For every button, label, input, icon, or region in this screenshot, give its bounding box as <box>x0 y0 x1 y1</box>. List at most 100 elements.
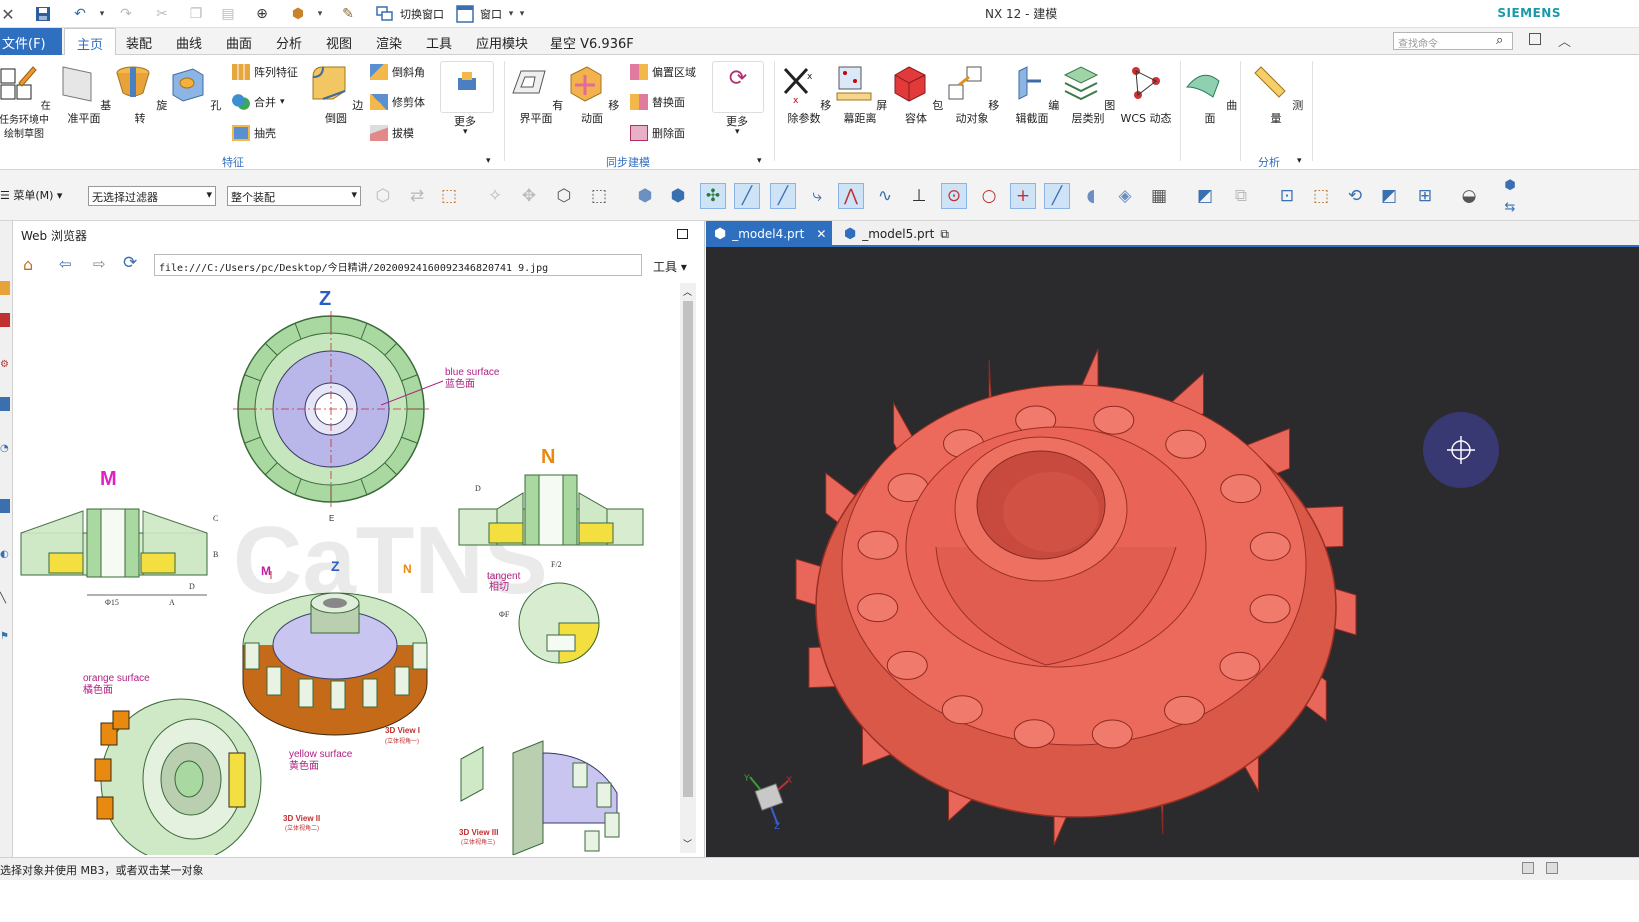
point-on-curve-icon[interactable]: ╱ <box>1044 183 1070 209</box>
move-object-button[interactable]: 移动对象 <box>944 63 1000 125</box>
paste-icon[interactable]: ▤ <box>216 3 240 25</box>
tab-application[interactable]: 应用模块 <box>476 33 528 52</box>
fit-view-icon[interactable]: ⊡ <box>1274 183 1300 209</box>
rotate-view-icon[interactable]: ⟲ <box>1342 183 1368 209</box>
group-analysis-dropdown-icon[interactable]: ▾ <box>1297 156 1302 166</box>
tab-assembly[interactable]: 装配 <box>126 33 152 52</box>
orient-cube-icon[interactable]: ⬢ <box>1500 176 1520 194</box>
offset-region-button[interactable]: 偏置区域 <box>630 62 696 82</box>
snap-view-icon[interactable]: ⇆ <box>1500 198 1520 216</box>
sketch-button[interactable]: 在任务环境中绘制草图 <box>0 63 52 141</box>
display-mode-icon[interactable]: ⊞ <box>1412 183 1438 209</box>
maximize-panel-icon[interactable] <box>677 229 688 239</box>
select-body-icon[interactable]: ⇄ <box>404 183 430 209</box>
revolve-button[interactable]: 旋转 <box>112 63 168 125</box>
tab-render[interactable]: 渲染 <box>376 33 402 52</box>
point-on-face-icon[interactable]: ◖ <box>1078 183 1104 209</box>
select-feature-icon[interactable]: ⬡ <box>370 183 396 209</box>
web-tools-menu[interactable]: 工具 ▾ <box>653 258 687 275</box>
command-search-input[interactable]: 查找命令 <box>1393 32 1513 50</box>
general-point-icon[interactable]: ✧ <box>482 183 508 209</box>
arc-center-icon[interactable]: ⊙ <box>941 183 967 209</box>
intersection-point-icon[interactable]: ⋀ <box>838 183 864 209</box>
selection-scope-select[interactable]: 整个装配 <box>227 186 361 206</box>
undo-icon[interactable]: ↶ <box>68 3 92 25</box>
system-materials-icon[interactable]: ◐ <box>0 549 10 563</box>
menu-button[interactable]: ☰ 菜单(M) ▾ <box>0 187 62 203</box>
shaded-edge-icon[interactable]: ◒ <box>1456 183 1482 209</box>
tab-tools[interactable]: 工具 <box>426 33 452 52</box>
group-sync-dropdown-icon[interactable]: ▾ <box>757 156 762 166</box>
group-feature-dropdown-icon[interactable]: ▾ <box>486 156 491 166</box>
tab-curve[interactable]: 曲线 <box>176 33 202 52</box>
datum-plane-button[interactable]: 基准平面 <box>56 63 112 125</box>
repeat-command-icon[interactable]: ⊕ <box>250 3 274 25</box>
tab-analysis[interactable]: 分析 <box>276 33 302 52</box>
back-icon[interactable]: ⇦ <box>59 255 72 273</box>
history-icon[interactable] <box>0 499 10 513</box>
view-triad-icon[interactable]: ⧉ <box>1228 183 1254 209</box>
scroll-down-icon[interactable]: ﹀ <box>683 837 692 850</box>
window-icon[interactable] <box>454 3 476 25</box>
redo-icon[interactable]: ↷ <box>114 3 138 25</box>
unite-button[interactable]: 合并 ▾ <box>232 92 285 112</box>
control-point-icon[interactable]: ⤷ <box>804 183 830 209</box>
switch-window-label[interactable]: 切换窗口 <box>400 3 444 25</box>
window-menu-label[interactable]: 窗口 <box>480 3 502 25</box>
chamfer-button[interactable]: 倒斜角 <box>370 62 425 82</box>
reuse-library-icon[interactable] <box>0 397 10 411</box>
screen-distance-button[interactable]: 屏幕距离 <box>832 63 888 125</box>
snap-enable-icon[interactable]: ✣ <box>700 183 726 209</box>
cube-tools-icon[interactable]: ⬢ <box>286 3 310 25</box>
roles-icon[interactable]: ⚑ <box>0 631 10 645</box>
more-sync-button[interactable]: ⟳ <box>712 61 764 113</box>
surface-button[interactable]: 曲面 <box>1182 63 1238 125</box>
pattern-feature-button[interactable]: 阵列特征 <box>232 62 298 82</box>
remove-params-button[interactable]: xx 移除参数 <box>776 63 832 125</box>
select-all-icon[interactable]: ⬡ <box>551 183 577 209</box>
process-studio-icon[interactable]: ╲ <box>0 593 10 607</box>
measure-button[interactable]: 测量 <box>1248 63 1304 125</box>
tab-view[interactable]: 视图 <box>326 33 352 52</box>
edge-blend-button[interactable]: 边倒圆 <box>308 63 364 125</box>
solid-body-icon[interactable]: ⬢ <box>632 183 658 209</box>
url-input[interactable]: file:///C:/Users/pc/Desktop/今日精讲/2020092… <box>154 254 642 276</box>
wrap-body-button[interactable]: 包容体 <box>888 63 944 125</box>
quadrant-point-icon[interactable]: ⊥ <box>906 183 932 209</box>
switch-window-icon[interactable] <box>374 3 396 25</box>
wcs-dynamic-button[interactable]: WCS 动态 <box>1118 63 1174 125</box>
copy-icon[interactable]: ❐ <box>184 3 208 25</box>
scroll-thumb[interactable] <box>683 301 693 797</box>
file-menu-tab[interactable]: 文件(F) <box>0 28 62 55</box>
more-sync-dropdown-icon[interactable]: ▾ <box>735 127 740 137</box>
tab-model4[interactable]: ⬢ _model4.prt ✕ <box>706 221 832 247</box>
tab-model5[interactable]: ⬢ _model5.prt ⧉ <box>836 221 957 247</box>
cut-icon[interactable]: ✂ <box>150 3 174 25</box>
constraint-navigator-icon[interactable] <box>0 313 10 327</box>
web-scrollbar[interactable]: ︿ ﹀ <box>680 283 696 853</box>
grid-point-icon[interactable]: ▦ <box>1146 183 1172 209</box>
zoom-view-icon[interactable]: ⬚ <box>1308 183 1334 209</box>
assembly-navigator-icon[interactable] <box>0 281 10 295</box>
close-tab-icon[interactable]: ✕ <box>816 227 826 241</box>
existing-point-icon[interactable]: + <box>1010 183 1036 209</box>
rect-select-icon[interactable]: ⬚ <box>586 183 612 209</box>
edit-section-button[interactable]: 编辑截面 <box>1004 63 1060 125</box>
bounded-plane-button[interactable]: 有界平面 <box>508 63 564 125</box>
layer-category-button[interactable]: 图层类别 <box>1060 63 1116 125</box>
save-icon[interactable] <box>32 3 54 25</box>
draft-button[interactable]: 拔模 <box>370 123 414 143</box>
move-face-button[interactable]: 移动面 <box>564 63 620 125</box>
collapse-ribbon-icon[interactable]: ︿ <box>1558 31 1571 50</box>
part-navigator-icon[interactable]: ⚙ <box>0 359 10 373</box>
restore-ribbon-icon[interactable] <box>1529 33 1541 45</box>
touch-mode-icon[interactable]: ✎ <box>336 3 360 25</box>
show-constraints-icon[interactable]: ✥ <box>516 183 542 209</box>
tab-xingkong-plugin[interactable]: 星空 V6.936F <box>550 33 634 52</box>
customize-qat-icon[interactable]: ▾ <box>516 3 528 25</box>
refresh-icon[interactable]: ⟳ <box>123 253 137 273</box>
curve-point-icon[interactable]: ∿ <box>872 183 898 209</box>
scroll-up-icon[interactable]: ︿ <box>683 285 692 298</box>
trim-body-button[interactable]: 修剪体 <box>370 92 425 112</box>
dropdown-icon[interactable]: ▾ <box>314 3 326 25</box>
